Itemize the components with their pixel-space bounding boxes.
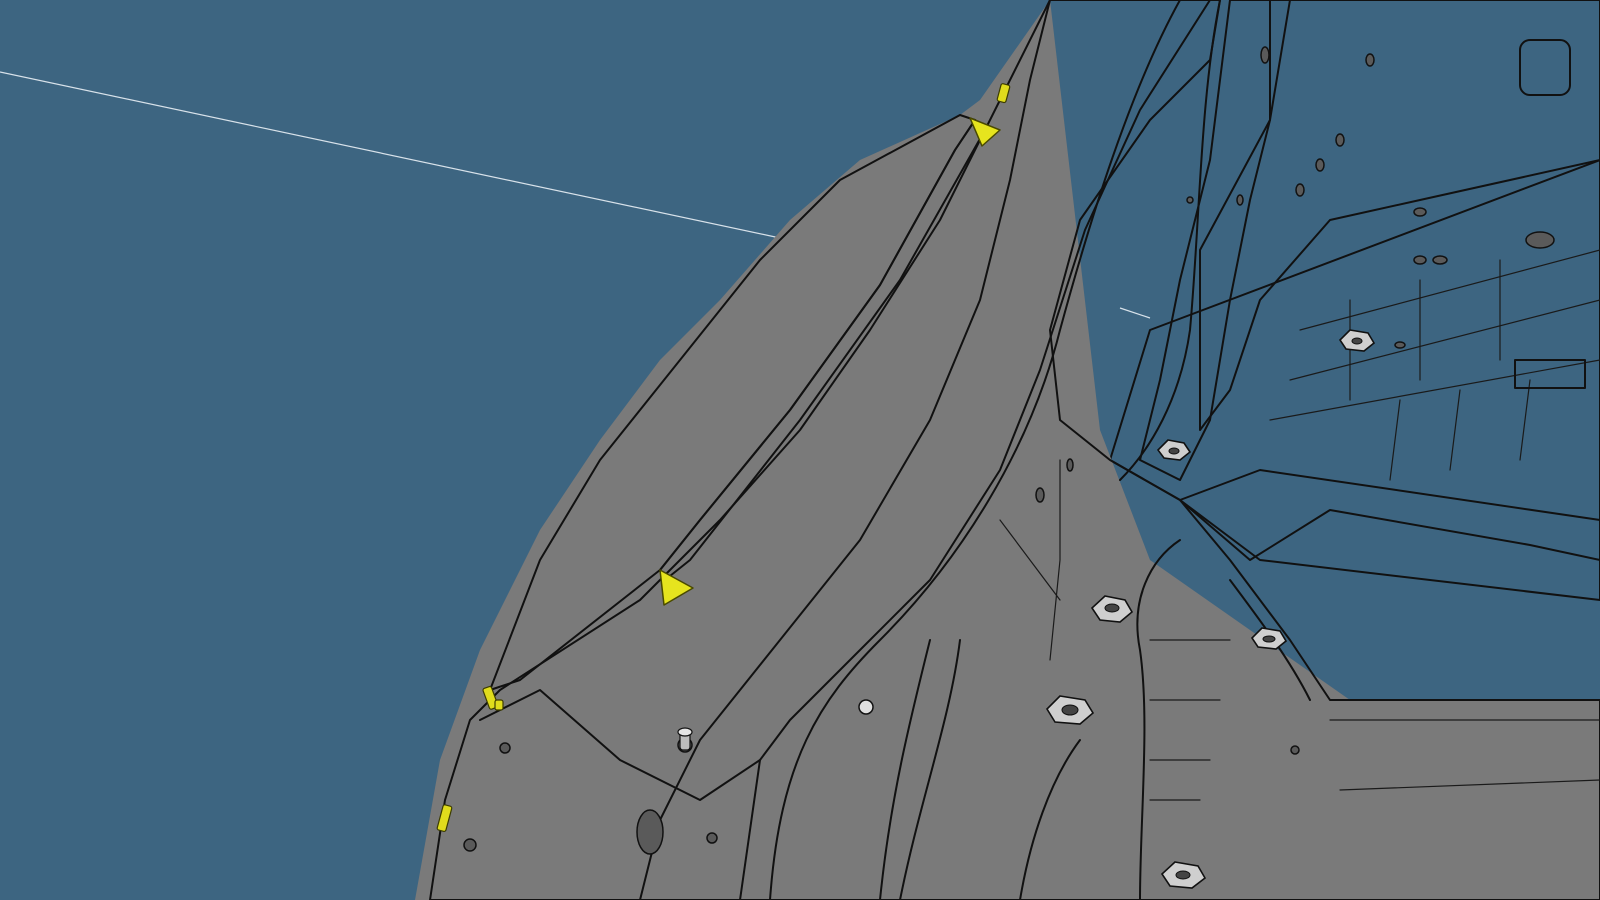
weld-nut <box>1338 329 1376 352</box>
weld-nut <box>1156 439 1192 461</box>
stud-pin <box>677 727 693 751</box>
body-hole <box>499 742 511 754</box>
body-hole <box>1290 745 1300 755</box>
floor-hole <box>1413 255 1427 265</box>
floor-rib <box>1299 249 1600 331</box>
3d-viewport[interactable] <box>0 0 1600 900</box>
floor-hole <box>1413 207 1427 217</box>
body-hole <box>463 838 477 852</box>
floor-hole <box>1525 231 1555 249</box>
floor-rib <box>1269 359 1600 421</box>
floor-hole <box>1432 255 1448 265</box>
construction-line <box>0 71 781 239</box>
body-hole <box>706 832 718 844</box>
body-hole <box>858 699 874 715</box>
pillar-hole <box>1236 194 1244 206</box>
floor-rib <box>1519 379 1531 461</box>
pillar-hole <box>1186 196 1194 204</box>
body-hole <box>1066 458 1074 472</box>
pillar-hole <box>1365 53 1375 67</box>
pillar-hole <box>1335 133 1345 147</box>
body-hole <box>1035 487 1045 503</box>
rear-frame-upper <box>1199 0 1600 431</box>
floor-panel-lower <box>1179 469 1600 601</box>
floor-rib <box>1389 399 1401 481</box>
car-body-3d-model[interactable] <box>0 0 1600 900</box>
construction-line-segment <box>1119 307 1151 319</box>
floor-hole <box>1394 341 1406 349</box>
body-hole <box>636 809 664 855</box>
pillar-hole <box>1295 183 1305 197</box>
floor-window-opening <box>1519 39 1571 96</box>
pillar-hole <box>1260 46 1270 64</box>
center-pillar <box>1139 0 1291 481</box>
weld-nut <box>1250 627 1288 650</box>
floor-rib <box>1449 389 1461 471</box>
pillar-hole <box>1315 158 1325 172</box>
